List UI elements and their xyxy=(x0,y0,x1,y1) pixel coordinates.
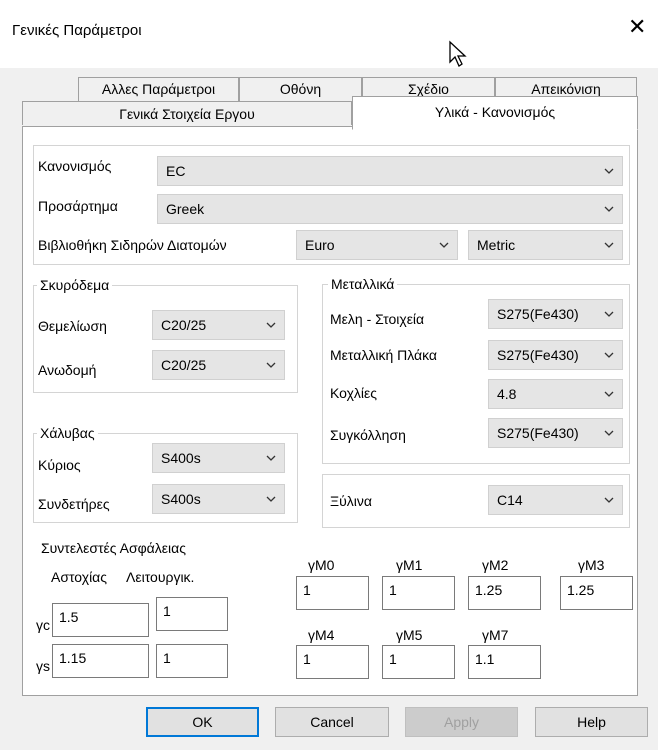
units-value: Metric xyxy=(477,237,516,253)
gamma-m0-input[interactable]: 1 xyxy=(296,576,369,610)
gamma-m1-label: γM1 xyxy=(396,557,423,573)
gamma-m4-input[interactable]: 1 xyxy=(296,645,369,679)
main-rebar-value: S400s xyxy=(161,450,201,466)
gamma-c-service-input[interactable]: 1 xyxy=(156,597,228,631)
superstructure-value: C20/25 xyxy=(161,357,207,373)
gamma-c-failure-input[interactable]: 1.5 xyxy=(52,603,149,637)
code-value: EC xyxy=(166,163,186,179)
gamma-m3-input[interactable]: 1.25 xyxy=(560,576,633,610)
foundation-select[interactable]: C20/25 xyxy=(152,310,285,340)
window-title: Γενικές Παράμετροι xyxy=(12,22,142,39)
chevron-down-icon xyxy=(604,168,614,174)
annex-label: Προσάρτημα xyxy=(38,198,118,214)
chevron-down-icon xyxy=(604,242,614,248)
title-bar: Γενικές Παράμετροι ✕ xyxy=(0,0,658,68)
gamma-m2-input[interactable]: 1.25 xyxy=(468,576,541,610)
members-label: Μελη - Στοιχεία xyxy=(330,311,425,327)
members-select[interactable]: S275(Fe430) xyxy=(488,299,623,329)
gamma-m2-label: γM2 xyxy=(482,557,509,573)
help-button[interactable]: Help xyxy=(535,707,648,737)
chevron-down-icon xyxy=(266,322,276,328)
welding-value: S275(Fe430) xyxy=(497,425,579,441)
metals-group-title: Μεταλλικά xyxy=(328,276,398,292)
bolts-label: Κοχλίες xyxy=(330,385,378,401)
foundation-value: C20/25 xyxy=(161,317,207,333)
chevron-down-icon xyxy=(604,206,614,212)
chevron-down-icon xyxy=(439,242,449,248)
gamma-m4-label: γM4 xyxy=(308,627,335,643)
stirrups-label: Συνδετήρες xyxy=(38,496,110,512)
foundation-label: Θεμελίωση xyxy=(38,318,107,334)
gamma-m0-label: γM0 xyxy=(308,557,335,573)
steel-library-select[interactable]: Euro xyxy=(296,230,458,260)
apply-button[interactable]: Apply xyxy=(405,707,518,737)
gamma-s-failure-input[interactable]: 1.15 xyxy=(52,644,149,678)
welding-label: Συγκόλληση xyxy=(330,427,406,443)
timber-value: C14 xyxy=(497,492,523,508)
safety-factors-title: Συντελεστές Ασφάλειας xyxy=(38,540,189,556)
chevron-down-icon xyxy=(266,362,276,368)
ok-button[interactable]: OK xyxy=(146,707,259,737)
tab-screen[interactable]: Οθόνη xyxy=(239,77,362,101)
failure-column-label: Αστοχίας xyxy=(51,569,108,585)
tab-general-project-data[interactable]: Γενικά Στοιχεία Εργου xyxy=(22,101,352,125)
close-icon[interactable]: ✕ xyxy=(628,16,646,38)
mouse-cursor-icon xyxy=(449,40,467,67)
main-rebar-select[interactable]: S400s xyxy=(152,443,285,473)
concrete-group-title: Σκυρόδεμα xyxy=(37,277,113,293)
gamma-m5-label: γM5 xyxy=(396,627,423,643)
code-label: Κανονισμός xyxy=(38,158,112,174)
chevron-down-icon xyxy=(604,391,614,397)
annex-value: Greek xyxy=(166,201,205,217)
plate-select[interactable]: S275(Fe430) xyxy=(488,340,623,370)
tab-other-parameters[interactable]: Αλλες Παράμετροι xyxy=(78,77,239,101)
timber-label: Ξύλινα xyxy=(330,493,372,509)
bolts-value: 4.8 xyxy=(497,386,517,402)
welding-select[interactable]: S275(Fe430) xyxy=(488,418,623,448)
gamma-m7-label: γM7 xyxy=(482,627,509,643)
tab-materials-code[interactable]: Υλικά - Κανονισμός xyxy=(352,96,638,130)
units-select[interactable]: Metric xyxy=(468,230,623,260)
service-column-label: Λειτουργικ. xyxy=(126,569,195,585)
gamma-c-label: γc xyxy=(36,617,50,633)
superstructure-select[interactable]: C20/25 xyxy=(152,350,285,380)
chevron-down-icon xyxy=(604,497,614,503)
annex-select[interactable]: Greek xyxy=(157,194,623,224)
cancel-button[interactable]: Cancel xyxy=(275,707,389,737)
bolts-select[interactable]: 4.8 xyxy=(488,379,623,409)
gamma-m7-input[interactable]: 1.1 xyxy=(468,645,541,679)
chevron-down-icon xyxy=(266,455,276,461)
rebar-group-title: Χάλυβας xyxy=(37,425,98,441)
gamma-s-label: γs xyxy=(36,658,50,674)
chevron-down-icon xyxy=(604,430,614,436)
timber-select[interactable]: C14 xyxy=(488,485,623,515)
gamma-s-service-input[interactable]: 1 xyxy=(156,644,228,678)
members-value: S275(Fe430) xyxy=(497,306,579,322)
steel-library-label: Βιβλιοθήκη Σιδηρών Διατομών xyxy=(38,237,227,253)
main-rebar-label: Κύριος xyxy=(38,457,81,473)
chevron-down-icon xyxy=(266,496,276,502)
code-select[interactable]: EC xyxy=(157,156,623,186)
chevron-down-icon xyxy=(604,352,614,358)
stirrups-select[interactable]: S400s xyxy=(152,484,285,514)
plate-label: Μεταλλική Πλάκα xyxy=(330,347,438,363)
superstructure-label: Ανωδομή xyxy=(38,362,97,378)
stirrups-value: S400s xyxy=(161,491,201,507)
steel-library-value: Euro xyxy=(305,237,335,253)
chevron-down-icon xyxy=(604,311,614,317)
gamma-m1-input[interactable]: 1 xyxy=(382,576,455,610)
plate-value: S275(Fe430) xyxy=(497,347,579,363)
gamma-m3-label: γM3 xyxy=(578,557,605,573)
gamma-m5-input[interactable]: 1 xyxy=(382,645,455,679)
